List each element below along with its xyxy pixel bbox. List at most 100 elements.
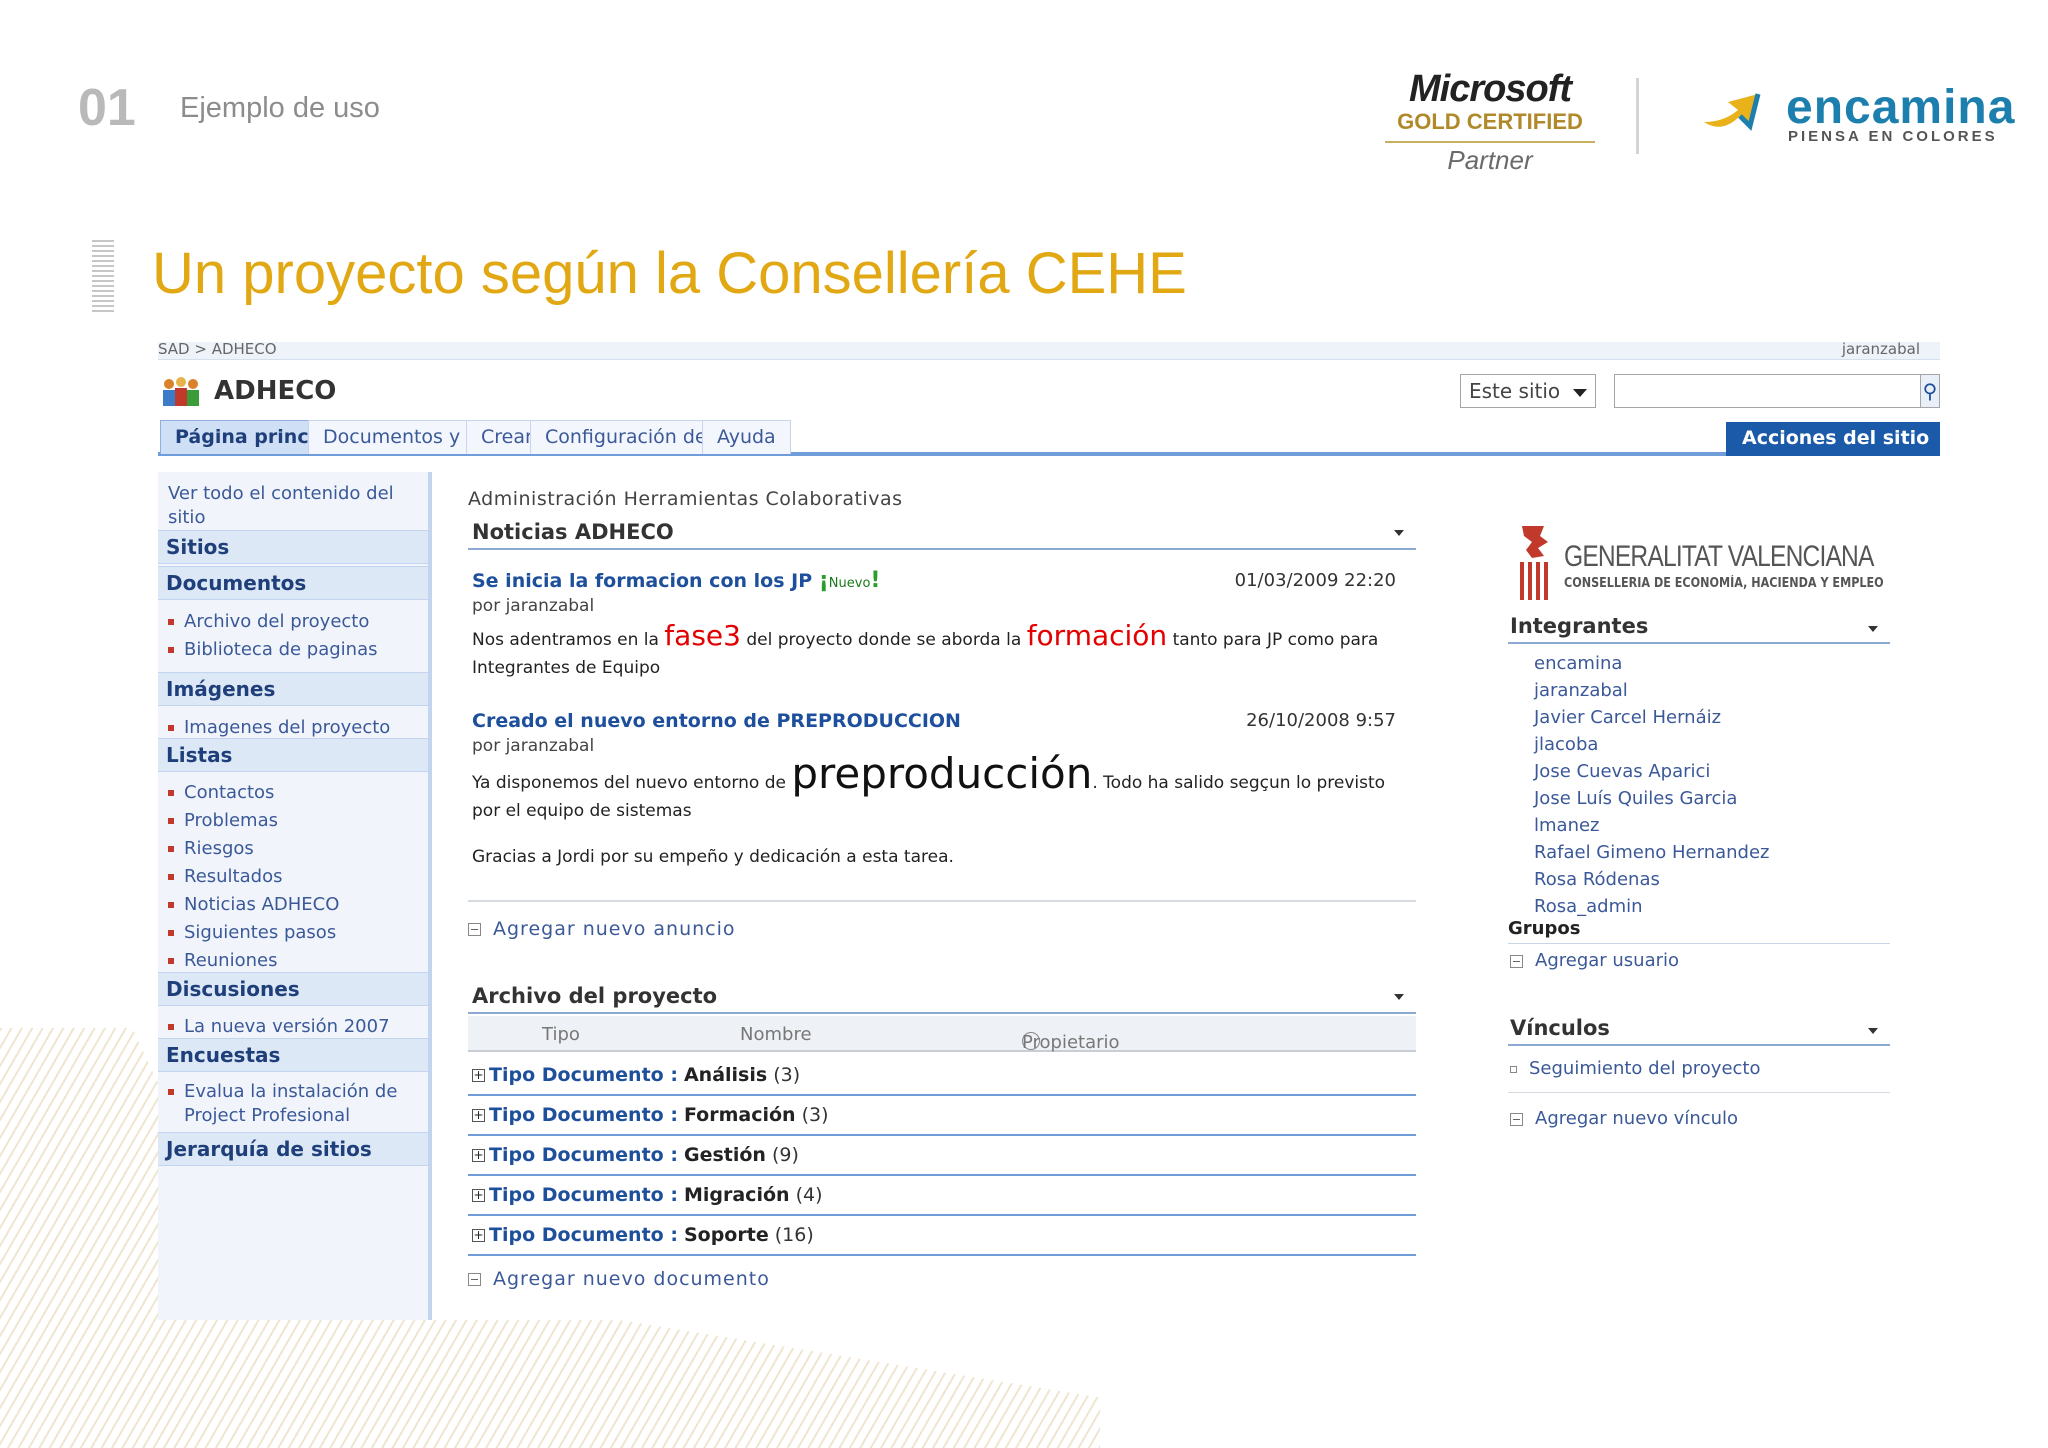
nav-head-imagenes[interactable]: Imágenes: [158, 672, 428, 706]
site-title[interactable]: ADHECO: [214, 376, 336, 406]
expand-plus-icon[interactable]: +: [472, 1189, 485, 1202]
nav-item-label: Archivo del proyecto: [184, 611, 370, 632]
nav-item-reuniones[interactable]: Reuniones: [168, 949, 277, 973]
nav-item-riesgos[interactable]: Riesgos: [168, 837, 254, 861]
nav-item-label: Noticias ADHECO: [184, 894, 340, 915]
member-link[interactable]: encamina: [1534, 653, 1622, 674]
member-link[interactable]: Rosa Ródenas: [1534, 869, 1660, 890]
group-row[interactable]: + Tipo Documento : Gestión (9): [468, 1136, 1416, 1176]
nav-item-nueva-version[interactable]: La nueva versión 2007: [168, 1015, 390, 1039]
bullet-icon: [168, 846, 174, 852]
group-count: (3): [773, 1064, 801, 1086]
menu-caret-icon[interactable]: [1394, 994, 1404, 1000]
generalitat-emblem-icon: [1520, 526, 1548, 600]
user-menu[interactable]: jaranzabal: [1842, 342, 1920, 358]
link-seguimiento[interactable]: Seguimiento del proyecto: [1510, 1058, 1761, 1079]
group-key: Tipo Documento :: [489, 1144, 678, 1166]
news-item-1-title[interactable]: Se inicia la formacion con los JP ¡Nuevo…: [472, 568, 880, 593]
group-key: Tipo Documento :: [489, 1064, 678, 1086]
menu-caret-icon[interactable]: [1868, 626, 1878, 632]
archive-webpart-header[interactable]: Archivo del proyecto: [468, 980, 1416, 1014]
nav-item-label: Resultados: [184, 866, 283, 887]
member-link[interactable]: Jose Cuevas Aparici: [1534, 761, 1710, 782]
nav-head-listas[interactable]: Listas: [158, 738, 428, 772]
member-link[interactable]: jaranzabal: [1534, 680, 1628, 701]
add-user-link[interactable]: Agregar usuario: [1510, 950, 1679, 971]
view-all-line-2: sitio: [168, 507, 206, 528]
slide-subtitle: Ejemplo de uso: [180, 92, 380, 124]
col-tipo[interactable]: Tipo: [542, 1024, 580, 1045]
links-webpart-header[interactable]: Vínculos: [1508, 1014, 1890, 1046]
expand-plus-icon[interactable]: +: [472, 1149, 485, 1162]
encamina-tagline: PIENSA EN COLORES: [1788, 128, 1998, 145]
bullet-icon: [168, 1089, 174, 1095]
nav-head-jerarquia[interactable]: Jerarquía de sitios: [158, 1132, 428, 1166]
news-item-2-title[interactable]: Creado el nuevo entorno de PREPRODUCCION: [472, 710, 961, 732]
group-key: Tipo Documento :: [489, 1224, 678, 1246]
nav-item-noticias[interactable]: Noticias ADHECO: [168, 893, 339, 917]
member-link[interactable]: jlacoba: [1534, 734, 1598, 755]
menu-caret-icon[interactable]: [1394, 530, 1404, 536]
col-nombre[interactable]: Nombre: [740, 1024, 812, 1045]
body-text: . Todo ha salido segçun lo previsto: [1092, 773, 1386, 793]
breadcrumb[interactable]: SAD > ADHECO: [158, 342, 277, 358]
site-people-icon: [163, 377, 199, 406]
menu-caret-icon[interactable]: [1868, 1028, 1878, 1034]
new-marker-icon: ¡: [818, 568, 829, 593]
bullet-icon: [168, 790, 174, 796]
expand-plus-icon[interactable]: +: [472, 1069, 485, 1082]
member-link[interactable]: Rafael Gimeno Hernandez: [1534, 842, 1770, 863]
nav-item-label-2: Project Profesional: [184, 1105, 351, 1126]
nav-item-contactos[interactable]: Contactos: [168, 781, 274, 805]
nav-item-archivo[interactable]: Archivo del proyecto: [168, 610, 369, 634]
group-count: (4): [795, 1184, 823, 1206]
tab-ayuda[interactable]: Ayuda: [702, 420, 791, 454]
member-link[interactable]: Javier Carcel Hernáiz: [1534, 707, 1721, 728]
group-row[interactable]: + Tipo Documento : Análisis (3): [468, 1056, 1416, 1096]
add-document-link[interactable]: Agregar nuevo documento: [468, 1268, 770, 1290]
member-link[interactable]: lmanez: [1534, 815, 1600, 836]
view-all-content-link[interactable]: Ver todo el contenido del sitio: [168, 482, 394, 530]
expand-plus-icon[interactable]: +: [472, 1229, 485, 1242]
nav-item-label: Contactos: [184, 782, 275, 803]
logo-divider: [1636, 78, 1639, 154]
groups-label: Grupos: [1508, 918, 1890, 944]
members-webpart-header[interactable]: Integrantes: [1508, 612, 1890, 644]
nav-head-sitios[interactable]: Sitios: [158, 530, 428, 564]
nav-item-imagenes[interactable]: Imagenes del proyecto: [168, 716, 390, 740]
news-item-1-body: Nos adentramos en la fase3 del proyecto …: [472, 622, 1412, 682]
expand-plus-icon[interactable]: +: [472, 1109, 485, 1122]
members-header-title: Integrantes: [1510, 614, 1649, 638]
add-news-link[interactable]: Agregar nuevo anuncio: [468, 918, 736, 940]
top-nav-tabs: Página principal Documentos y listas Cre…: [158, 420, 1940, 456]
news-webpart-header[interactable]: Noticias ADHECO: [468, 516, 1416, 550]
nav-head-encuestas[interactable]: Encuestas: [158, 1038, 428, 1072]
search-scope-select[interactable]: Este sitio: [1460, 374, 1596, 408]
dropdown-arrow-icon: [1573, 389, 1587, 397]
nav-item-siguientes[interactable]: Siguientes pasos: [168, 921, 336, 945]
search-input[interactable]: [1614, 374, 1924, 408]
nav-item-biblioteca[interactable]: Biblioteca de paginas: [168, 638, 378, 662]
divider: [1508, 1092, 1890, 1093]
slide-number: 01: [78, 79, 136, 137]
site-header: ADHECO Este sitio ⚲: [158, 360, 1940, 420]
member-link[interactable]: Rosa_admin: [1534, 896, 1643, 917]
site-actions-button[interactable]: Acciones del sitio: [1726, 422, 1940, 456]
group-row[interactable]: + Tipo Documento : Formación (3): [468, 1096, 1416, 1136]
group-row[interactable]: + Tipo Documento : Migración (4): [468, 1176, 1416, 1216]
link-bullet-icon: [1510, 1065, 1517, 1073]
nav-item-label: Riesgos: [184, 838, 254, 859]
member-link[interactable]: Jose Luís Quiles Garcia: [1534, 788, 1737, 809]
group-row[interactable]: + Tipo Documento : Soporte (16): [468, 1216, 1416, 1256]
nav-item-evalua[interactable]: Evalua la instalación de Project Profesi…: [168, 1080, 397, 1128]
body-text: tanto para JP como para: [1167, 630, 1379, 650]
nav-item-label: La nueva versión 2007: [184, 1016, 390, 1037]
add-link-link[interactable]: Agregar nuevo vínculo: [1510, 1108, 1738, 1129]
nav-item-resultados[interactable]: Resultados: [168, 865, 282, 889]
nav-item-label: Siguientes pasos: [184, 922, 337, 943]
news-item-1-date: 01/03/2009 22:20: [1234, 570, 1396, 591]
nav-head-documentos[interactable]: Documentos: [158, 566, 428, 600]
nav-item-problemas[interactable]: Problemas: [168, 809, 278, 833]
nav-head-discusiones[interactable]: Discusiones: [158, 972, 428, 1006]
search-icon[interactable]: ⚲: [1920, 374, 1940, 408]
